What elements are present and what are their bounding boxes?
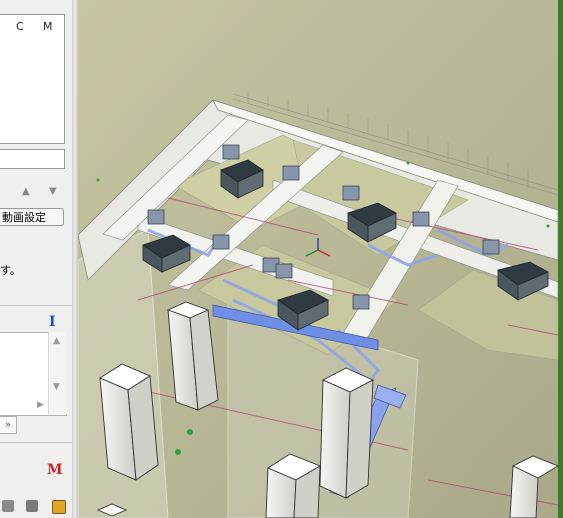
scroll-up-icon[interactable]: ▲ <box>53 336 60 346</box>
move-down-icon[interactable]: ▼ <box>49 186 57 197</box>
3d-viewport[interactable] <box>78 0 563 518</box>
name-field[interactable] <box>0 149 65 169</box>
column-header-m: M <box>43 20 53 33</box>
text-cursor-icon[interactable]: I <box>49 314 56 330</box>
left-panel: C M ▲ ▼ 動画設定 す。 I ▲ ▼ ▶ » M <box>0 0 73 518</box>
folder-icon[interactable] <box>52 500 66 514</box>
tool-icon[interactable] <box>26 500 38 512</box>
divider <box>0 442 72 443</box>
scroll-down-icon[interactable]: ▼ <box>53 382 60 392</box>
column-header-c: C <box>16 20 24 33</box>
tool-icon[interactable] <box>2 500 14 512</box>
divider <box>0 305 72 306</box>
layer-list[interactable] <box>0 14 65 144</box>
animation-settings-button[interactable]: 動画設定 <box>0 208 64 226</box>
move-up-icon[interactable]: ▲ <box>22 186 30 197</box>
m-logo-icon[interactable]: M <box>47 462 63 478</box>
expand-button[interactable]: » <box>0 416 17 434</box>
scroll-right-icon[interactable]: ▶ <box>37 400 44 410</box>
building-model <box>78 0 563 518</box>
status-message: す。 <box>0 264 21 277</box>
